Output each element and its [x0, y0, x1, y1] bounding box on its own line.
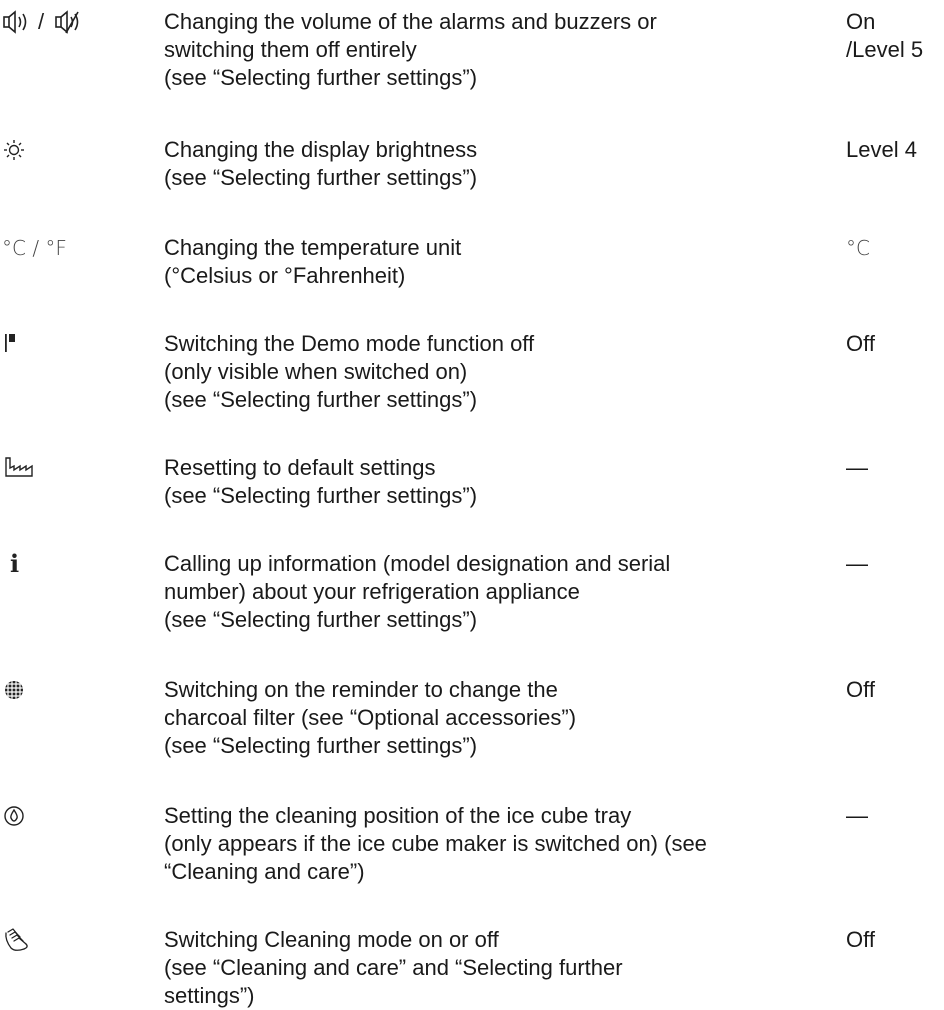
setting-default: Off	[846, 330, 875, 358]
setting-description: Switching the Demo mode function off (on…	[164, 330, 824, 414]
cleaning-mode-icon	[2, 926, 34, 954]
description-line: Changing the display brightness	[164, 137, 478, 162]
default-value: /Level 5	[846, 37, 924, 62]
brightness-icon	[2, 136, 30, 164]
description-line: “Cleaning and care”)	[164, 859, 365, 884]
description-line: (only appears if the ice cube maker is s…	[164, 831, 707, 856]
description-line: (see “Selecting further settings”)	[164, 483, 478, 508]
default-value: —	[846, 551, 868, 576]
description-line: (see “Selecting further settings”)	[164, 65, 478, 90]
setting-description: Changing the temperature unit (°Celsius …	[164, 234, 824, 290]
description-line: (see “Selecting further settings”)	[164, 607, 478, 632]
description-line: number) about your refrigeration applian…	[164, 579, 580, 604]
description-line: (see “Selecting further settings”)	[164, 733, 478, 758]
description-line: settings”)	[164, 983, 255, 1008]
description-line: Changing the volume of the alarms and bu…	[164, 9, 657, 34]
setting-description: Switching Cleaning mode on or off (see “…	[164, 926, 824, 1010]
setting-default: Level 4	[846, 136, 917, 164]
description-line: Switching on the reminder to change the	[164, 677, 558, 702]
setting-default: Off	[846, 676, 875, 704]
info-icon: i	[10, 549, 20, 578]
setting-description: Resetting to default settings (see “Sele…	[164, 454, 824, 510]
temperature-unit-icon: °C / °F	[2, 236, 67, 260]
description-line: (see “Cleaning and care” and “Selecting …	[164, 955, 623, 980]
setting-description: Setting the cleaning position of the ice…	[164, 802, 824, 886]
setting-default: —	[846, 454, 868, 482]
setting-default: °C	[846, 234, 870, 262]
default-value: Level 4	[846, 137, 917, 162]
volume-on-off-icon: /	[2, 8, 134, 36]
ice-tray-cleaning-icon	[2, 802, 30, 830]
description-line: Calling up information (model designatio…	[164, 551, 671, 576]
setting-default: —	[846, 550, 868, 578]
description-line: (see “Selecting further settings”)	[164, 387, 478, 412]
description-line: Changing the temperature unit	[164, 235, 462, 260]
setting-description: Changing the display brightness (see “Se…	[164, 136, 824, 192]
description-line: Switching Cleaning mode on or off	[164, 927, 499, 952]
svg-text:/: /	[38, 9, 45, 34]
default-value: Off	[846, 677, 875, 702]
description-line: switching them off entirely	[164, 37, 417, 62]
default-value: Off	[846, 331, 875, 356]
default-value: —	[846, 455, 868, 480]
charcoal-filter-icon	[2, 676, 30, 704]
description-line: charcoal filter (see “Optional accessori…	[164, 705, 577, 730]
description-line: Switching the Demo mode function off	[164, 331, 535, 356]
description-line: (see “Selecting further settings”)	[164, 165, 478, 190]
default-value: On	[846, 9, 876, 34]
setting-description: Calling up information (model designatio…	[164, 550, 824, 634]
description-line: (°Celsius or °Fahrenheit)	[164, 263, 406, 288]
description-line: Setting the cleaning position of the ice…	[164, 803, 632, 828]
setting-default: —	[846, 802, 868, 830]
setting-description: Switching on the reminder to change the …	[164, 676, 824, 760]
default-value: —	[846, 803, 868, 828]
description-line: (only visible when switched on)	[164, 359, 468, 384]
setting-default: On /Level 5	[846, 8, 923, 64]
default-value: Off	[846, 927, 875, 952]
default-value: °C	[846, 236, 870, 260]
setting-description: Changing the volume of the alarms and bu…	[164, 8, 824, 92]
demo-mode-icon	[2, 330, 30, 358]
factory-reset-icon	[2, 454, 38, 482]
description-line: Resetting to default settings	[164, 455, 436, 480]
setting-default: Off	[846, 926, 875, 954]
